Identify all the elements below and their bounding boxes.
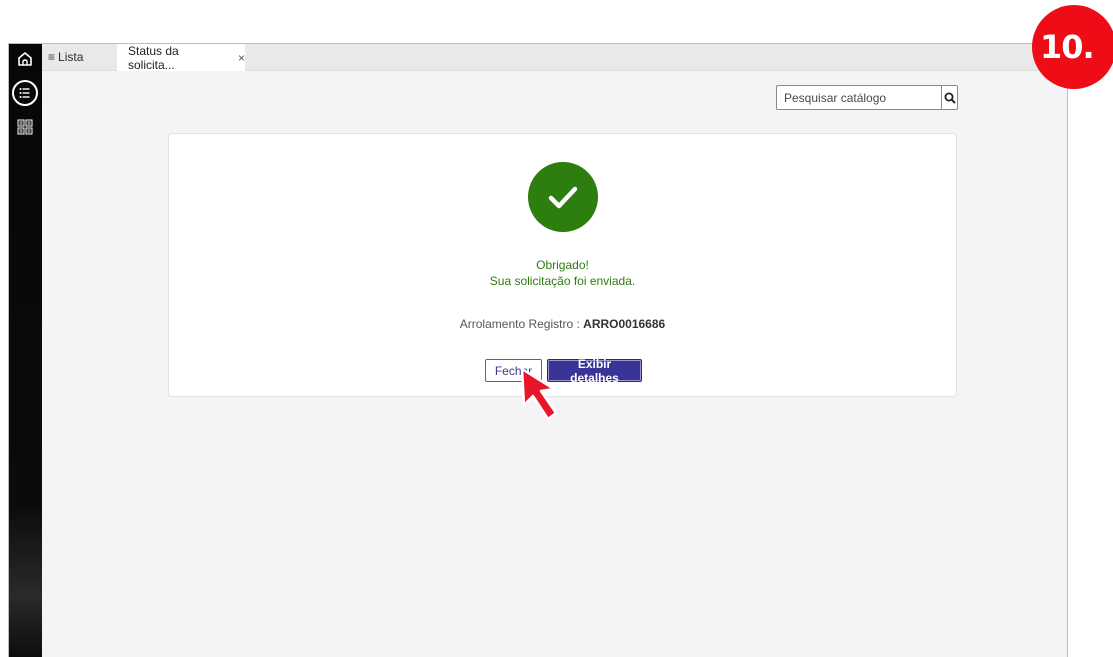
app-window: ≡ Lista Status da solicita... × Obrigado… <box>8 43 1068 657</box>
step-badge: 10. <box>1032 5 1113 89</box>
list-icon[interactable] <box>12 80 38 106</box>
record-label: Arrolamento Registro : <box>459 317 580 331</box>
record-reference: Arrolamento Registro : ARRO0016686 <box>169 317 956 331</box>
catalog-search <box>776 85 958 110</box>
catalog-grid-icon[interactable] <box>17 119 33 135</box>
search-input[interactable] <box>777 86 941 109</box>
tab-request-status-label: Status da solicita... <box>128 43 179 72</box>
hamburger-icon: ≡ <box>48 50 56 64</box>
tab-bar: ≡ Lista Status da solicita... × <box>42 43 1067 72</box>
confirmation-card: Obrigado! Sua solicitação foi enviada. A… <box>168 133 957 397</box>
record-number: ARRO0016686 <box>583 317 666 331</box>
tab-lista-label: Lista <box>58 50 84 64</box>
pointer-cursor-icon <box>520 367 558 421</box>
search-button[interactable] <box>941 86 957 109</box>
home-icon[interactable] <box>16 50 34 68</box>
search-icon <box>944 92 956 104</box>
sent-message: Sua solicitação foi enviada. <box>489 274 636 288</box>
tab-request-status[interactable]: Status da solicita... × <box>117 43 245 72</box>
thanks-message: Obrigado! <box>536 258 589 272</box>
left-rail <box>9 44 42 657</box>
tab-lista[interactable]: ≡ Lista <box>48 44 83 70</box>
close-tab-icon[interactable]: × <box>238 51 245 65</box>
success-check-icon <box>528 162 598 232</box>
